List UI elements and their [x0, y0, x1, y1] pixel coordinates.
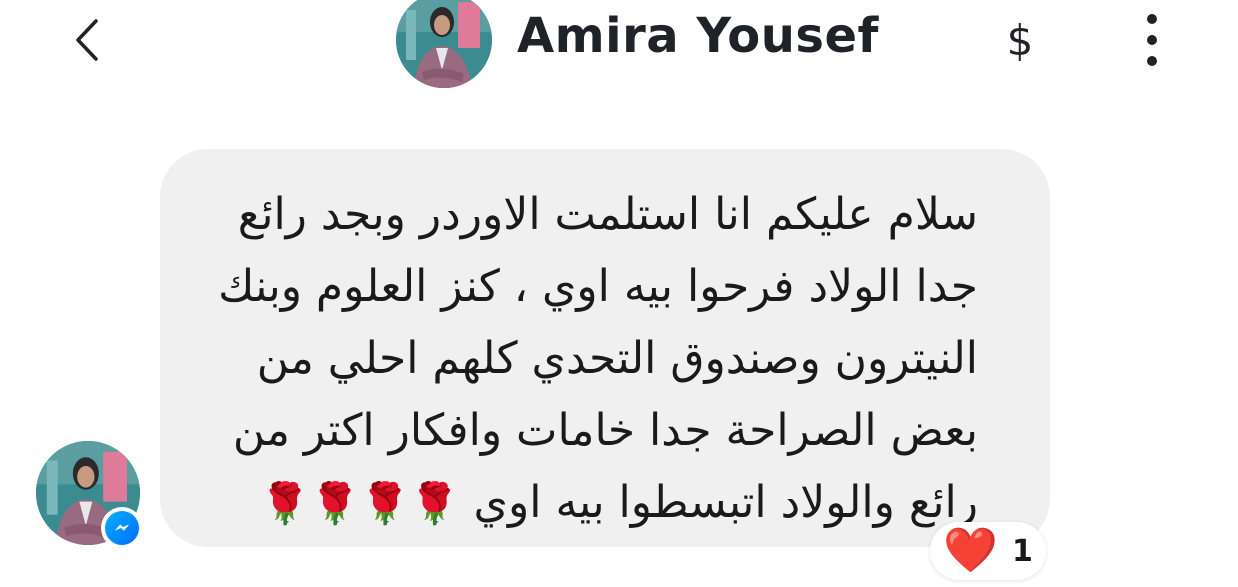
message-line: سلام عليكم انا استلمت الاوردر وبجد رائع	[237, 189, 978, 240]
dollar-icon: $	[1006, 15, 1034, 65]
heart-icon: ❤️	[943, 525, 998, 576]
reaction-count: 1	[1011, 533, 1033, 569]
more-options-button[interactable]	[1135, 14, 1169, 66]
contact-name[interactable]: Amira Yousef	[517, 8, 879, 64]
chevron-left-icon	[76, 19, 98, 61]
message-reaction[interactable]: ❤️ 1	[930, 522, 1046, 580]
message-text: سلام عليكم انا استلمت الاوردر وبجد رائع …	[196, 179, 978, 540]
more-vertical-icon	[1147, 14, 1157, 24]
rose-emojis: 🌹🌹🌹🌹	[260, 481, 460, 527]
messenger-icon	[105, 511, 139, 545]
message-line: بعض الصراحة جدا خامات وافكار اكتر من	[232, 405, 978, 456]
profile-photo	[396, 0, 492, 88]
message-line: جدا الولاد فرحوا بيه اوي ، كنز العلوم وب…	[218, 261, 978, 312]
payment-button[interactable]: $	[998, 12, 1042, 68]
contact-avatar[interactable]	[396, 0, 492, 88]
message-bubble[interactable]: سلام عليكم انا استلمت الاوردر وبجد رائع …	[160, 149, 1050, 547]
messenger-badge	[101, 507, 143, 549]
message-line: النيترون وصندوق التحدي كلهم احلي من	[256, 333, 978, 384]
back-button[interactable]	[62, 12, 112, 68]
conversation-header: Amira Yousef $	[0, 0, 1238, 90]
message-line: رائع والولاد اتبسطوا بيه اوي	[473, 477, 978, 528]
